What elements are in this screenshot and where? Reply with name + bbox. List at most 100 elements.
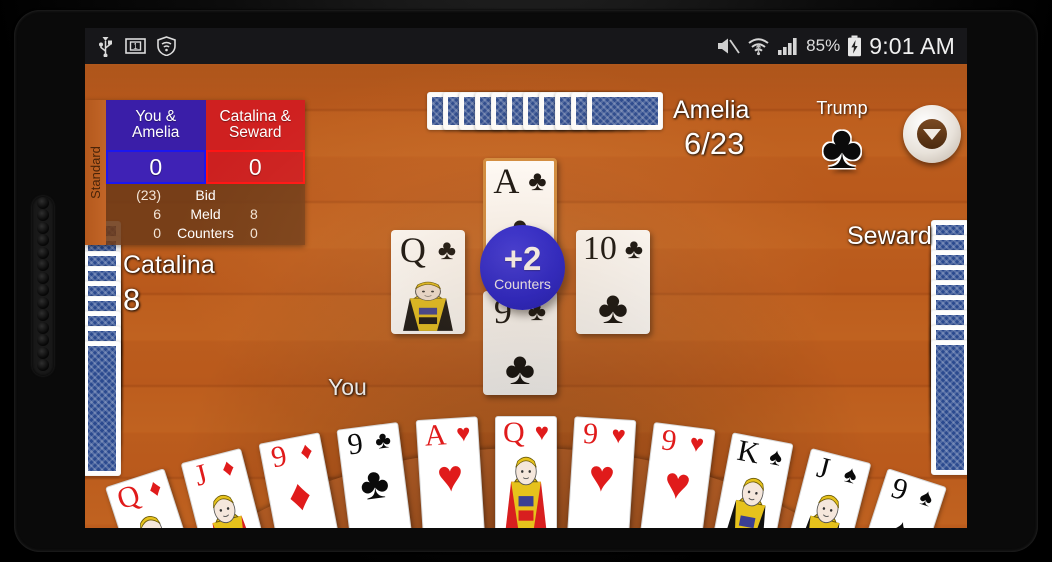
score-row: 0 0 [106, 150, 305, 184]
mute-icon [718, 38, 740, 54]
card-rank: 9 [582, 417, 600, 452]
card-suit-icon: ♥ [610, 421, 627, 450]
card-suit-icon: ♥ [455, 420, 472, 448]
svg-text:1: 1 [133, 42, 138, 51]
grille-hole [37, 346, 49, 359]
hand-card[interactable]: Q ♥ [495, 416, 557, 528]
grille-hole [37, 234, 49, 246]
team-right-line1: Catalina & [219, 108, 291, 126]
battery-percent-label: 85% [806, 36, 841, 55]
card-center-suit-icon: ♥ [587, 451, 617, 503]
detail-right-value: 0 [250, 224, 258, 241]
detail-left-value: (23) [136, 186, 161, 203]
team-right-line2: Seward [228, 124, 282, 141]
court-card-art [505, 456, 547, 528]
grille-hole [37, 321, 49, 334]
card-rank: J [191, 457, 211, 493]
card-rank: 9 [659, 423, 679, 458]
card-rank: 9 [267, 439, 289, 475]
hand-card[interactable]: J ♠ [781, 448, 872, 528]
android-status-bar: 1 85% 9:01 AM [85, 28, 967, 64]
scoreboard[interactable]: Standard You & Amelia Catalina & Seward 0 … [85, 100, 305, 245]
phone-device: 1 85% 9:01 AM Amelia 6/23 Catalina 8 Sew… [0, 0, 1052, 562]
card-suit-icon: ♦ [218, 453, 238, 483]
team-headers: You & Amelia Catalina & Seward [106, 100, 305, 150]
card-corner: 9 ♥ [651, 423, 714, 461]
card-rank: A [423, 418, 448, 453]
signal-bars-icon [778, 38, 797, 55]
card-suit-icon: ♦ [297, 437, 315, 467]
score-detail-row: 6 Meld 8 [106, 204, 305, 223]
score-grid: You & Amelia Catalina & Seward 0 0 (23) Bid… [106, 100, 305, 245]
grille-hole [37, 259, 49, 271]
card-rank: Q [112, 478, 144, 517]
card-center-suit-icon: ♦ [283, 469, 315, 523]
hand-card[interactable]: J ♦ [180, 448, 271, 528]
grille-hole [37, 296, 49, 309]
game-mode-tab[interactable]: Standard [85, 100, 106, 245]
card-suit-icon: ♦ [144, 473, 165, 504]
grille-hole [37, 284, 49, 296]
card-corner: A ♥ [417, 419, 479, 453]
grille-hole [37, 271, 49, 284]
card-rank: J [813, 450, 834, 486]
card-suit-icon: ♣ [373, 426, 393, 456]
score-detail-row: (23) Bid [106, 185, 305, 204]
detail-right-value: 8 [250, 205, 258, 222]
hand-card[interactable]: 9 ♥ ♥ [639, 422, 716, 528]
wifi-shield-icon [157, 36, 176, 56]
detail-left-value: 6 [153, 205, 161, 222]
hand-card[interactable]: A ♥ ♥ [415, 416, 485, 528]
grille-hole [37, 309, 49, 321]
grille-hole [37, 196, 49, 209]
wifi-icon [748, 38, 769, 56]
card-corner: Q ♥ [496, 418, 556, 448]
team-left-line2: Amelia [132, 124, 180, 141]
detail-label: Bid [195, 186, 216, 203]
team-header-left: You & Amelia [106, 100, 206, 150]
grille-hole [37, 209, 49, 221]
card-face-art [714, 468, 784, 528]
card-suit-icon: ♥ [534, 419, 549, 446]
card-center-suit-icon: ♣ [357, 457, 392, 511]
grille-hole [37, 359, 49, 371]
grille-hole [37, 221, 49, 234]
detail-label: Counters [177, 224, 234, 241]
usb-icon [99, 36, 112, 57]
team-left-line1: You & [135, 108, 177, 126]
team-header-right: Catalina & Seward [205, 100, 305, 150]
phone-screen: 1 85% 9:01 AM Amelia 6/23 Catalina 8 Sew… [85, 28, 967, 528]
card-rank: 9 [345, 426, 365, 462]
sd-card-1-icon: 1 [125, 38, 146, 54]
card-center-suit-icon: ♥ [435, 451, 465, 503]
card-corner: 9 ♣ [338, 424, 401, 461]
grille-hole [37, 246, 49, 259]
card-suit-icon: ♠ [767, 443, 786, 473]
hand-card[interactable]: 9 ♦ ♦ [257, 432, 341, 528]
card-rank: 9 [887, 471, 913, 508]
hand-card[interactable]: K ♠ [711, 432, 795, 528]
card-suit-icon: ♠ [916, 483, 937, 514]
card-face-art [498, 451, 554, 528]
card-rank: K [735, 434, 763, 471]
card-suit-icon: ♠ [840, 460, 861, 490]
card-corner: 9 ♦ [259, 435, 324, 476]
score-detail-row: 0 Counters 0 [106, 223, 305, 242]
court-card-art [721, 478, 766, 528]
grille-hole [37, 334, 49, 346]
detail-label: Meld [190, 205, 221, 222]
speaker-grille [32, 196, 54, 376]
score-right: 0 [205, 150, 305, 184]
hand-card[interactable]: 9 ♥ ♥ [567, 416, 637, 528]
card-suit-icon: ♥ [688, 429, 706, 459]
game-table: Amelia 6/23 Catalina 8 Seward You Trump … [85, 64, 967, 528]
detail-left-value: 0 [153, 224, 161, 241]
card-corner: 9 ♥ [574, 417, 636, 453]
game-mode-label: Standard [88, 146, 104, 199]
score-left: 0 [106, 150, 206, 184]
score-detail-rows: (23) Bid 6 Meld 8 0 Counters 0 [106, 184, 305, 245]
card-center-suit-icon: ♥ [661, 458, 694, 510]
hand-card[interactable]: 9 ♣ ♣ [336, 422, 413, 528]
card-rank: Q [503, 416, 525, 449]
status-clock: 9:01 AM [869, 32, 955, 59]
